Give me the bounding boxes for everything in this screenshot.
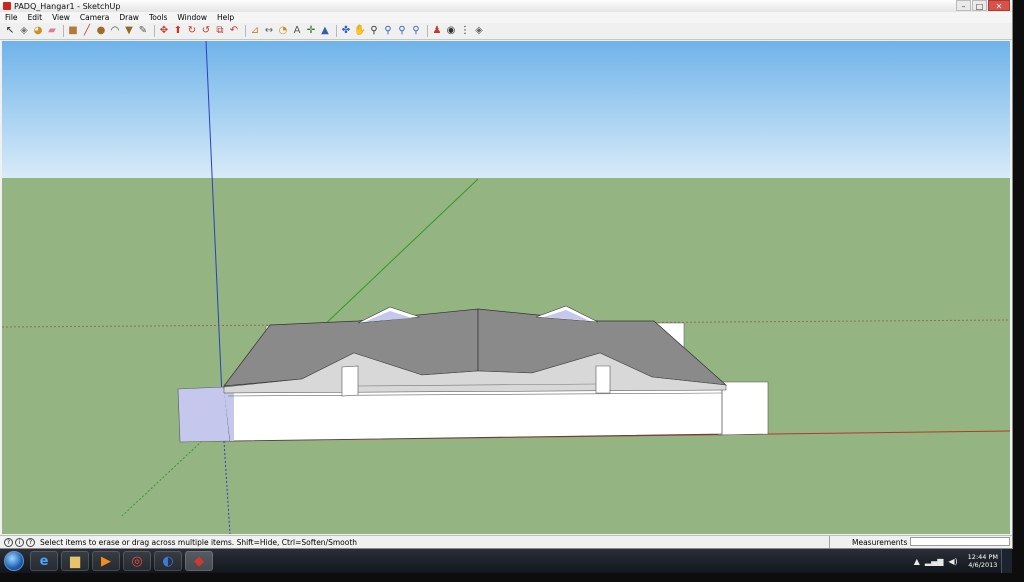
rectangle-icon[interactable]: ■ [67,25,79,37]
sketchup-app-icon [3,2,11,10]
sketchup-icon: ◆ [194,553,204,569]
menu-view[interactable]: View [47,13,75,22]
look-around-icon[interactable]: ◉ [445,25,457,37]
menu-camera[interactable]: Camera [75,13,114,22]
close-button[interactable]: ✕ [988,0,1010,11]
3d-text-icon[interactable]: ▲ [319,25,331,37]
measurements-input[interactable] [910,537,1010,546]
push-pull-icon[interactable]: ⬆ [172,25,184,37]
chrome-taskbar-button[interactable]: ◎ [123,551,151,571]
toolbar-separator [245,25,246,37]
follow-me-icon[interactable]: ↺ [200,25,212,37]
toolbar-separator [427,25,428,37]
clock[interactable]: 12:44 PM 4/6/2013 [968,553,998,569]
internet-explorer-taskbar-button[interactable]: e [30,551,58,571]
internet-explorer-icon: e [39,553,49,569]
scale-icon[interactable]: ⧉ [214,25,226,37]
menu-file[interactable]: File [0,13,23,22]
offset-icon[interactable]: ↶ [228,25,240,37]
file-explorer-taskbar-button[interactable]: ▆ [61,551,89,571]
zoom-window-icon[interactable]: ⚲ [382,25,394,37]
taskbar-apps: e ▆ ▶ ◎ ◐ ◆ [30,551,216,571]
system-tray: ▲ ▂▄▆ ◀) 12:44 PM 4/6/2013 [909,549,998,573]
volume-icon[interactable]: ◀) [948,557,957,566]
minimize-button[interactable]: – [956,0,971,11]
zoom-extents-icon[interactable]: ⚲ [396,25,408,37]
tape-measure-icon[interactable]: ⊿ [249,25,261,37]
google-earth-taskbar-button[interactable]: ◐ [154,551,182,571]
drawing-viewport[interactable] [2,41,1010,534]
menu-edit[interactable]: Edit [23,13,48,22]
zoom-icon[interactable]: ⚲ [368,25,380,37]
menu-help[interactable]: Help [212,13,239,22]
toolbar-separator [154,25,155,37]
show-desktop-button[interactable] [1001,549,1012,573]
axes-icon[interactable]: ✛ [305,25,317,37]
paint-bucket-icon[interactable]: ◕ [32,25,44,37]
help-icon[interactable]: ? [26,537,35,547]
start-button[interactable] [4,551,24,571]
make-component-icon[interactable]: ◈ [18,25,30,37]
hangar-door-right [595,365,611,394]
geolocation-icon[interactable]: ? [4,537,13,547]
pan-icon[interactable]: ✋ [354,25,366,37]
arc-icon[interactable]: ◠ [109,25,121,37]
measurements-label: Measurements [852,537,908,547]
sketchup-window: PADQ_Hangar1 - SketchUp – □ ✕ File Edit Vi… [0,0,1013,549]
network-icon[interactable]: ▂▄▆ [925,557,943,566]
eraser-icon[interactable]: ▰ [46,25,58,37]
freehand-icon[interactable]: ✎ [137,25,149,37]
end-wall-left-shaded [177,386,231,443]
text-icon[interactable]: A [291,25,303,37]
status-message: Select items to erase or drag across mul… [40,537,358,547]
media-player-taskbar-button[interactable]: ▶ [92,551,120,571]
media-player-icon: ▶ [101,553,111,569]
google-earth-icon: ◐ [162,553,174,569]
previous-view-icon[interactable]: ⚲ [410,25,422,37]
menu-window[interactable]: Window [172,13,212,22]
maximize-button[interactable]: □ [972,0,987,11]
status-icons: ? i ? [4,537,37,547]
menu-bar: File Edit View Camera Draw Tools Window Help [0,12,1012,23]
circle-icon[interactable]: ● [95,25,107,37]
window-title: PADQ_Hangar1 - SketchUp [14,1,121,11]
protractor-icon[interactable]: ◔ [277,25,289,37]
menu-tools[interactable]: Tools [144,13,172,22]
clock-date: 4/6/2013 [968,561,998,569]
select-icon[interactable]: ↖ [4,25,16,37]
windows-taskbar: e ▆ ▶ ◎ ◐ ◆ ▲ ▂▄▆ ◀) 12:44 PM 4/6/2013 [0,549,1012,573]
sketchup-taskbar-button[interactable]: ◆ [185,551,213,571]
position-camera-icon[interactable]: ♟ [431,25,443,37]
tray-arrow-icon[interactable]: ▲ [914,557,920,566]
rotate-icon[interactable]: ↻ [186,25,198,37]
sky [2,41,1010,178]
file-explorer-icon: ▆ [70,553,80,569]
walk-icon[interactable]: ⋮ [459,25,471,37]
status-bar: ? i ? Select items to erase or drag acro… [0,535,1012,548]
hangar-door-left [341,365,359,397]
orbit-icon[interactable]: ✤ [340,25,352,37]
measurements-box: Measurements [829,536,1012,548]
toolbar-separator [336,25,337,37]
main-toolbar: ↖ ◈ ◕ ▰ ■ ╱ ● ◠ ▼ ✎ ✥ ⬆ ↻ ↺ ⧉ ↶ ⊿ ↔ ◔ A ✛ ▲ ✤ ✋ ⚲ ⚲ ⚲ ⚲ ♟ ◉ ⋮ ◈ [0,23,1012,40]
move-icon[interactable]: ✥ [158,25,170,37]
window-controls: – □ ✕ [955,0,1010,11]
line-icon[interactable]: ╱ [81,25,93,37]
credits-icon[interactable]: i [15,537,24,547]
dimension-icon[interactable]: ↔ [263,25,275,37]
chrome-icon: ◎ [131,553,143,569]
model-scene [2,41,1010,534]
section-plane-icon[interactable]: ◈ [473,25,485,37]
menu-draw[interactable]: Draw [114,13,144,22]
title-bar[interactable]: PADQ_Hangar1 - SketchUp – □ ✕ [0,0,1012,12]
polygon-icon[interactable]: ▼ [123,25,135,37]
clock-time: 12:44 PM [967,553,998,561]
toolbar-separator [63,25,64,37]
